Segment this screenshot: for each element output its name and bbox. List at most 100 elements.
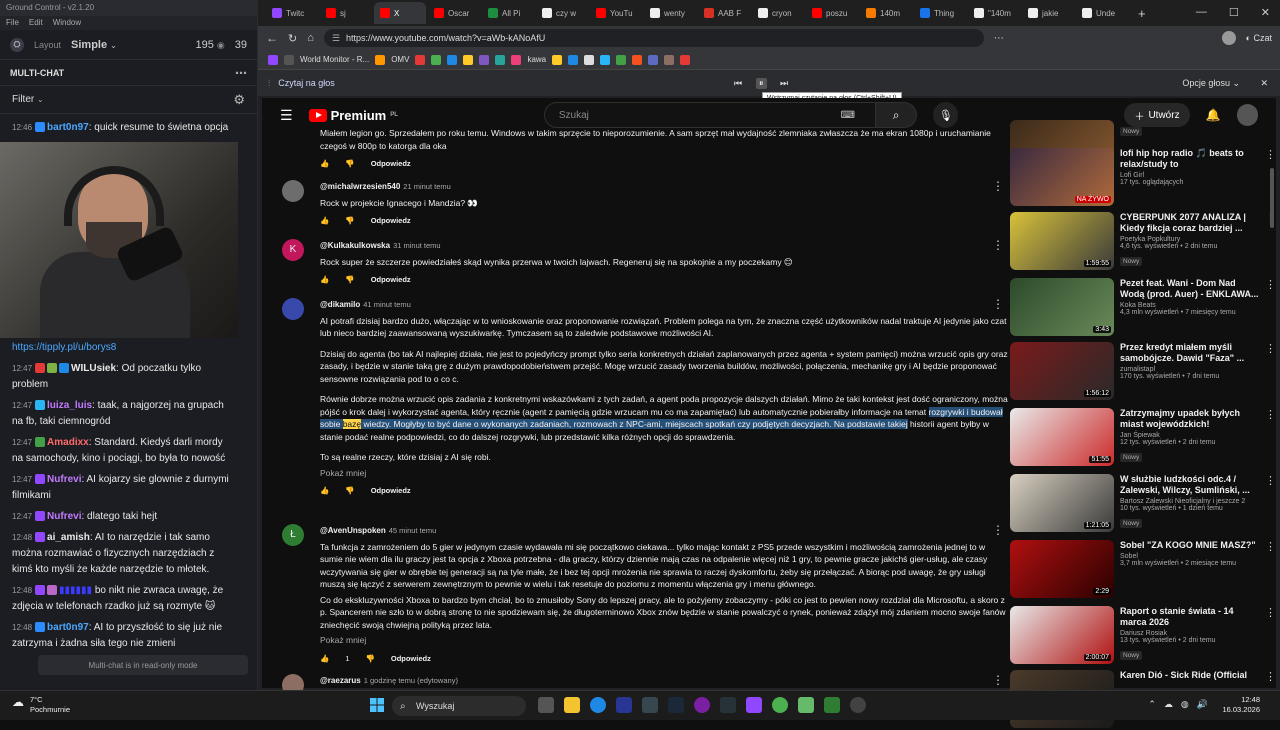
minimize-icon[interactable]: — (1196, 6, 1207, 19)
next-icon[interactable]: ⏭ (780, 78, 788, 89)
reply-button[interactable]: Odpowiedz (391, 653, 431, 666)
comment-author[interactable]: @AvenUnspoken (320, 526, 386, 535)
browser-tab[interactable]: Oscar (428, 2, 480, 24)
related-video[interactable]: 2:00:07 Raport o stanie świata - 14 marca… (1010, 606, 1276, 666)
more-icon[interactable]: ⋮ (992, 524, 1004, 537)
bookmark-icon[interactable] (447, 54, 458, 65)
browser-tab[interactable]: jakie (1022, 2, 1074, 24)
browser-tab[interactable]: sj (320, 2, 372, 24)
bookmark-world-monitor[interactable]: World Monitor - R... (300, 55, 369, 64)
bookmark-icon[interactable] (648, 54, 659, 65)
extensions-icon[interactable]: ⋯ (994, 33, 1004, 44)
browser-tab[interactable]: Thing (914, 2, 966, 24)
avatar[interactable]: Ł (282, 524, 304, 546)
app-icon[interactable] (798, 697, 814, 713)
more-icon[interactable]: ⋮ (1265, 540, 1276, 553)
video-thumbnail[interactable]: 2:00:07 (1010, 606, 1114, 664)
volume-icon[interactable]: 🔊 (1197, 699, 1208, 710)
avatar[interactable] (282, 180, 304, 202)
browser-tab[interactable]: "140m (968, 2, 1020, 24)
browser-tab[interactable]: Unde (1076, 2, 1128, 24)
browser-tab[interactable]: AAB F (698, 2, 750, 24)
video-thumbnail[interactable]: 51:55 (1010, 408, 1114, 466)
more-icon[interactable]: ⋮ (1265, 408, 1276, 421)
video-thumbnail[interactable]: 3:43 (1010, 278, 1114, 336)
twitch-icon[interactable] (746, 697, 762, 713)
related-video[interactable]: 3:43 Pezet feat. Wani - Dom Nad Wodą (pro… (1010, 278, 1276, 338)
menu-window[interactable]: Window (53, 18, 81, 28)
steam-icon[interactable] (668, 697, 684, 713)
previous-icon[interactable]: ⏮ (734, 78, 742, 89)
show-less-button[interactable]: Pokaż mniej (320, 634, 1010, 647)
youtube-logo[interactable]: Premium PL (308, 108, 398, 123)
browser-tab[interactable]: All Pi (482, 2, 534, 24)
bookmark-icon[interactable] (664, 54, 675, 65)
more-icon[interactable]: ⋮ (1265, 670, 1276, 683)
tip-link[interactable]: https://tipply.pl/u/borys8 (12, 340, 236, 356)
related-video[interactable]: 51:55 Zatrzymajmy upadek byłych miast woj… (1010, 408, 1276, 468)
related-video[interactable]: 2:29 Sobel "ZA KOGO MNIE MASZ?" Sobel 3,7 m… (1010, 540, 1276, 600)
avatar[interactable]: K (282, 239, 304, 261)
reply-button[interactable]: Odpowiedz (371, 485, 411, 498)
bookmark-icon[interactable] (568, 54, 579, 65)
bookmark-icon[interactable] (415, 54, 426, 65)
bookmark-icon[interactable] (511, 54, 522, 65)
voice-options-button[interactable]: Opcje głosu ⌄ (1182, 78, 1240, 89)
browser-tab[interactable]: czy w (536, 2, 588, 24)
bookmark-icon[interactable] (680, 54, 691, 65)
like-icon[interactable]: 👍 (320, 485, 329, 498)
like-icon[interactable]: 👍 (320, 653, 329, 666)
browser-tab[interactable]: 140m (860, 2, 912, 24)
like-icon[interactable]: 👍 (320, 158, 329, 171)
comment-author[interactable]: @Kulkakulkowska (320, 241, 390, 250)
edge-icon[interactable] (590, 697, 606, 713)
dislike-icon[interactable]: 👎 (366, 653, 375, 666)
like-icon[interactable]: 👍 (320, 274, 329, 287)
hamburger-icon[interactable]: ☰ (280, 107, 293, 124)
layout-select[interactable]: Simple ⌄ (71, 39, 117, 51)
close-icon[interactable]: ✕ (1260, 78, 1268, 89)
copilot-button[interactable]: ◐ Czat (1246, 33, 1272, 43)
comment-author[interactable]: @michalwrzesien540 (320, 182, 400, 191)
like-icon[interactable]: 👍 (320, 215, 329, 228)
pause-icon[interactable]: ⏸ (756, 77, 767, 89)
reply-button[interactable]: Odpowiedz (371, 215, 411, 228)
filter-dropdown[interactable]: Filter ⌄ (12, 94, 44, 105)
task-view-icon[interactable] (538, 697, 554, 713)
video-thumbnail[interactable]: 1:56:12 (1010, 342, 1114, 400)
comment-author[interactable]: @raezarus (320, 676, 361, 685)
bookmark-kawa[interactable]: kawa (527, 55, 546, 64)
menu-file[interactable]: File (6, 18, 19, 28)
maximize-icon[interactable]: ☐ (1229, 6, 1239, 19)
related-video[interactable]: 1:59:55 CYBERPUNK 2077 ANALIZA | Kiedy fi… (1010, 212, 1276, 272)
more-icon[interactable]: ⋮ (992, 239, 1004, 252)
bookmark-icon[interactable] (431, 54, 442, 65)
more-icon[interactable]: ⋮ (992, 674, 1004, 687)
scrollbar[interactable] (1270, 168, 1274, 228)
comment-author[interactable]: @dikamilo (320, 300, 360, 309)
bookmark-icon[interactable] (495, 54, 506, 65)
browser-tab[interactable]: wenty (644, 2, 696, 24)
chevron-up-icon[interactable]: ⌃ (1148, 699, 1156, 710)
close-icon[interactable]: ✕ (1261, 6, 1270, 19)
related-video[interactable]: NA ŻYWO lofi hip hop radio 🎵 beats to rel… (1010, 148, 1276, 208)
bookmark-icon[interactable] (463, 54, 474, 65)
back-icon[interactable]: ← (266, 31, 278, 45)
bookmark-icon[interactable] (552, 54, 563, 65)
more-icon[interactable]: ⋮ (992, 180, 1004, 193)
more-icon[interactable]: ⋯ (235, 66, 247, 80)
app-icon[interactable] (616, 697, 632, 713)
app-icon[interactable] (720, 697, 736, 713)
windows-start-icon[interactable] (370, 698, 384, 712)
dislike-icon[interactable]: 👎 (345, 485, 354, 498)
x-icon[interactable] (584, 54, 595, 65)
app-icon[interactable] (642, 697, 658, 713)
reload-icon[interactable]: ↻ (288, 32, 297, 45)
bookmark-icon[interactable] (632, 54, 643, 65)
browser-tab[interactable]: X (374, 2, 426, 24)
dislike-icon[interactable]: 👎 (345, 215, 354, 228)
site-info-icon[interactable]: ☰ (332, 33, 340, 44)
bookmark-icon[interactable] (479, 54, 490, 65)
clock[interactable]: 12:48 16.03.2026 (1222, 695, 1260, 715)
more-icon[interactable]: ⋮ (1265, 342, 1276, 355)
